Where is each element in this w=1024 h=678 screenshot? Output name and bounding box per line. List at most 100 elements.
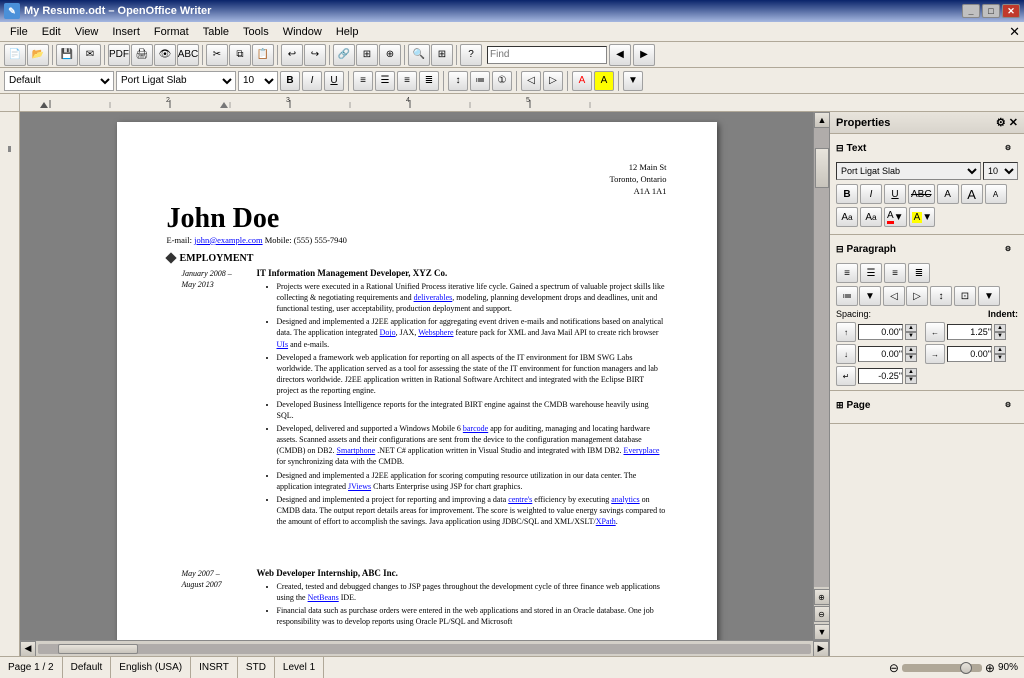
para-align-right[interactable]: ≡	[884, 263, 906, 283]
align-right-button[interactable]: ≡	[397, 71, 417, 91]
scroll-thumb[interactable]	[815, 148, 829, 188]
panel-strikethrough-button[interactable]: ABC	[908, 184, 935, 204]
para-spacing-button[interactable]: ↕	[930, 286, 952, 306]
close-button[interactable]: ✕	[1002, 4, 1020, 18]
style-selector[interactable]: Default	[4, 71, 114, 91]
email-button[interactable]: ✉	[79, 44, 101, 66]
menu-tools[interactable]: Tools	[237, 24, 275, 40]
pdf-button[interactable]: PDF	[108, 44, 130, 66]
menu-table[interactable]: Table	[197, 24, 235, 40]
menu-insert[interactable]: Insert	[106, 24, 146, 40]
close-document-button[interactable]: ✕	[1009, 24, 1020, 40]
h-scroll-track[interactable]	[38, 644, 811, 654]
panel-larger-button[interactable]: A	[961, 184, 983, 204]
panel-underline-button[interactable]: U	[884, 184, 906, 204]
para-border-button[interactable]: ⊡	[954, 286, 976, 306]
menu-file[interactable]: File	[4, 24, 34, 40]
spacing-below-input[interactable]	[858, 346, 903, 362]
panel-smaller-button[interactable]: A	[985, 184, 1007, 204]
underline-button[interactable]: U	[324, 71, 344, 91]
align-justify-button[interactable]: ≣	[419, 71, 439, 91]
menu-window[interactable]: Window	[277, 24, 328, 40]
text-section-header[interactable]: ⊟ Text ⚙	[836, 138, 1018, 158]
text-options-icon[interactable]: ⚙	[998, 138, 1018, 158]
panel-size-selector[interactable]: 10	[983, 162, 1018, 180]
properties-settings-icon[interactable]: ⚙	[996, 116, 1006, 129]
new-button[interactable]: 📄	[4, 44, 26, 66]
zoom-minus-icon[interactable]: ⊖	[889, 661, 899, 675]
para-align-center[interactable]: ☰	[860, 263, 882, 283]
list-dropdown[interactable]: ▼	[859, 286, 881, 306]
menu-help[interactable]: Help	[330, 24, 365, 40]
align-left-button[interactable]: ≡	[353, 71, 373, 91]
page-section-header[interactable]: ⊞ Page ⚙	[836, 395, 1018, 415]
find-prev-button[interactable]: ◀	[609, 44, 631, 66]
subscript-button[interactable]: Aa	[860, 207, 882, 227]
font-color-button[interactable]: A	[572, 71, 592, 91]
more-format-button[interactable]: ▼	[623, 71, 643, 91]
zoom-slider-thumb[interactable]	[960, 662, 972, 674]
zoom-plus-icon[interactable]: ⊕	[985, 661, 995, 675]
std-mode[interactable]: STD	[238, 657, 275, 678]
scroll-track[interactable]	[814, 128, 829, 587]
table-button[interactable]: ⊞	[356, 44, 378, 66]
scroll-right-button[interactable]: ▶	[813, 641, 829, 657]
first-line-up[interactable]: ▲	[905, 368, 917, 376]
spacing-below-down[interactable]: ▼	[905, 354, 917, 362]
indent-para-button[interactable]: ▷	[906, 286, 928, 306]
undo-button[interactable]: ↩	[281, 44, 303, 66]
scroll-zoom-in[interactable]: ⊕	[814, 589, 830, 605]
scroll-zoom-out[interactable]: ⊖	[814, 606, 830, 622]
save-button[interactable]: 💾	[56, 44, 78, 66]
panel-italic-button[interactable]: I	[860, 184, 882, 204]
copy-button[interactable]: ⧉	[229, 44, 251, 66]
menu-view[interactable]: View	[69, 24, 105, 40]
indent-after-input[interactable]	[947, 346, 992, 362]
paragraph-options-icon[interactable]: ⚙	[998, 239, 1018, 259]
paragraph-section-header[interactable]: ⊟ Paragraph ⚙	[836, 239, 1018, 259]
maximize-button[interactable]: □	[982, 4, 1000, 18]
font-size-selector[interactable]: 10	[238, 71, 278, 91]
numbering-button[interactable]: ①	[492, 71, 512, 91]
navigator-button[interactable]: ⊞	[431, 44, 453, 66]
indent-after-down[interactable]: ▼	[994, 354, 1006, 362]
bold-button[interactable]: B	[280, 71, 300, 91]
indent-button[interactable]: ▷	[543, 71, 563, 91]
email-link[interactable]: john@example.com	[194, 235, 263, 245]
italic-button[interactable]: I	[302, 71, 322, 91]
outdent-button[interactable]: ◁	[521, 71, 541, 91]
page-options-icon[interactable]: ⚙	[998, 395, 1018, 415]
spacing-above-input[interactable]	[858, 324, 903, 340]
outdent-para-button[interactable]: ◁	[883, 286, 905, 306]
cut-button[interactable]: ✂	[206, 44, 228, 66]
print-button[interactable]: 🖨	[131, 44, 153, 66]
panel-font-selector[interactable]: Port Ligat Slab	[836, 162, 981, 180]
zoom-slider[interactable]	[902, 664, 982, 672]
spacing-above-up[interactable]: ▲	[905, 324, 917, 332]
panel-bold-button[interactable]: B	[836, 184, 858, 204]
properties-close-button[interactable]: ✕	[1009, 116, 1018, 129]
indent-before-input[interactable]	[947, 324, 992, 340]
insert-button[interactable]: ⊕	[379, 44, 401, 66]
menu-format[interactable]: Format	[148, 24, 195, 40]
zoom-level[interactable]: 90%	[998, 662, 1018, 673]
indent-after-up[interactable]: ▲	[994, 346, 1006, 354]
font-selector[interactable]: Port Ligat Slab	[116, 71, 236, 91]
para-align-justify[interactable]: ≣	[908, 263, 930, 283]
h-scroll-thumb[interactable]	[58, 644, 138, 654]
scroll-up-button[interactable]: ▲	[814, 112, 829, 128]
preview-button[interactable]: 👁	[154, 44, 176, 66]
hyperlink-button[interactable]: 🔗	[333, 44, 355, 66]
indent-before-up[interactable]: ▲	[994, 324, 1006, 332]
first-line-input[interactable]	[858, 368, 903, 384]
help-button[interactable]: ?	[460, 44, 482, 66]
scroll-left-button[interactable]: ◀	[20, 641, 36, 657]
find-next-button[interactable]: ▶	[633, 44, 655, 66]
first-line-down[interactable]: ▼	[905, 376, 917, 384]
indent-before-down[interactable]: ▼	[994, 332, 1006, 340]
menu-edit[interactable]: Edit	[36, 24, 67, 40]
superscript-button[interactable]: Aa	[836, 207, 858, 227]
bullets-button[interactable]: ≔	[470, 71, 490, 91]
redo-button[interactable]: ↪	[304, 44, 326, 66]
para-border-dropdown[interactable]: ▼	[978, 286, 1000, 306]
